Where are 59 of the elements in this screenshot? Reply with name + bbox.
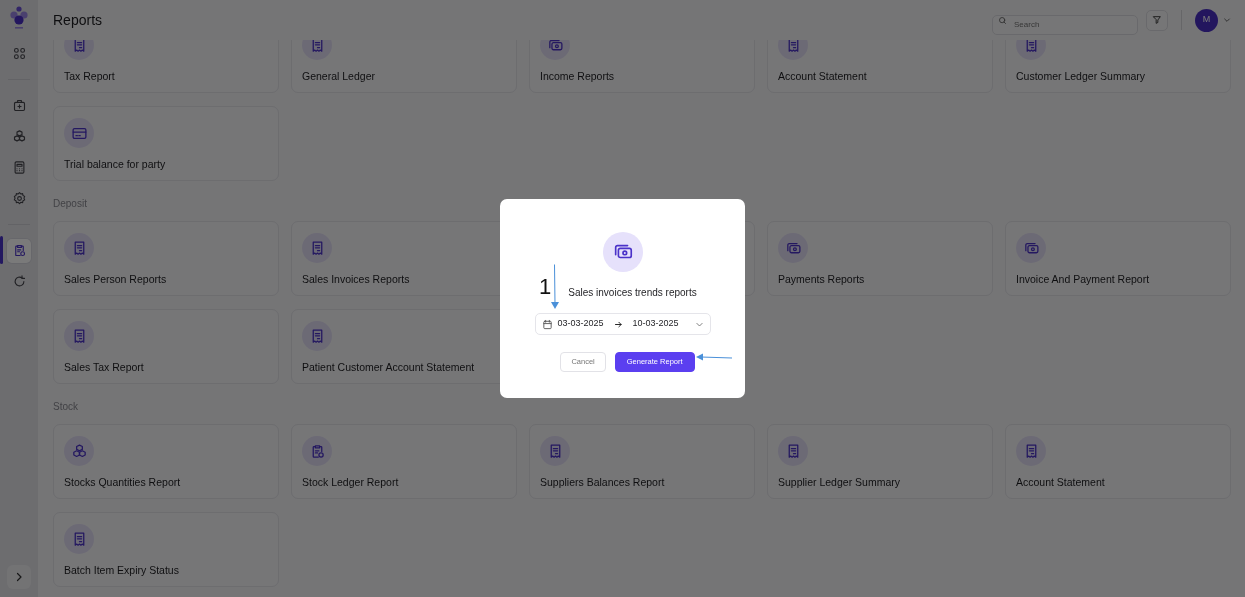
annotation-number: 1 xyxy=(539,276,552,298)
report-title: Stocks Quantities Report xyxy=(64,475,182,490)
calendar-icon xyxy=(541,318,553,330)
apps-icon xyxy=(11,46,27,61)
expand-sidebar-button[interactable] xyxy=(7,565,31,589)
report-card[interactable]: Tax Report xyxy=(53,40,279,93)
arrow-right-icon xyxy=(613,319,623,329)
report-title: Sales Person Reports xyxy=(64,272,168,287)
report-card[interactable]: Income Reports xyxy=(529,40,755,93)
start-date: 03-03-2025 xyxy=(557,317,604,331)
filter-button[interactable] xyxy=(1146,9,1168,31)
report-title: Account Statement xyxy=(778,69,868,84)
settings-icon xyxy=(11,191,27,206)
report-card[interactable]: Trial balance for party xyxy=(53,106,279,181)
filter-icon xyxy=(1152,15,1162,25)
active-indicator xyxy=(0,235,3,264)
report-title: Batch Item Expiry Status xyxy=(64,563,180,578)
report-title: Patient Customer Account Statement xyxy=(302,360,476,375)
report-title: Payments Reports xyxy=(778,272,866,287)
report-title: Stock Ledger Report xyxy=(302,475,400,490)
page-title: Reports xyxy=(53,11,103,29)
date-range-field[interactable]: 03-03-2025 10-03-2025 xyxy=(534,313,711,335)
report-title: Suppliers Balances Report xyxy=(540,475,666,490)
medical-bag-icon xyxy=(11,98,27,113)
report-card[interactable]: Account Statement xyxy=(1005,424,1231,499)
user-avatar[interactable]: M xyxy=(1195,8,1218,32)
report-card[interactable]: General Ledger xyxy=(291,40,517,93)
dialog-title: Sales invoices trends reports xyxy=(568,286,697,300)
refresh-icon xyxy=(11,274,27,289)
report-card[interactable]: Supplier Ledger Summary xyxy=(767,424,993,499)
annotation-arrow xyxy=(551,264,559,309)
logo-icon xyxy=(10,6,28,30)
report-title: Trial balance for party xyxy=(64,157,167,172)
report-card[interactable]: Batch Item Expiry Status xyxy=(53,512,279,587)
report-card[interactable]: Stocks Quantities Report xyxy=(53,424,279,499)
annotation-arrow xyxy=(696,353,733,361)
end-date: 10-03-2025 xyxy=(632,317,679,331)
calculator-icon xyxy=(11,160,27,175)
report-card[interactable]: Suppliers Balances Report xyxy=(529,424,755,499)
report-title: Income Reports xyxy=(540,69,616,84)
cubes-icon xyxy=(70,442,88,460)
report-title: Supplier Ledger Summary xyxy=(778,475,901,490)
report-title: General Ledger xyxy=(302,69,376,84)
report-card[interactable]: Sales Person Reports xyxy=(53,221,279,296)
report-title: Sales Invoices Reports xyxy=(302,272,411,287)
search-icon xyxy=(998,15,1007,25)
report-title: Sales Tax Report xyxy=(64,360,145,375)
report-card[interactable]: Sales Tax Report xyxy=(53,309,279,384)
report-card[interactable]: Payments Reports xyxy=(767,221,993,296)
report-card[interactable]: Account Statement xyxy=(767,40,993,93)
report-title: Invoice And Payment Report xyxy=(1016,272,1151,287)
report-title: Customer Ledger Summary xyxy=(1016,69,1146,84)
cubes-icon xyxy=(11,129,27,144)
report-title: Tax Report xyxy=(64,69,116,84)
chevron-down-icon xyxy=(1223,16,1231,24)
report-title: Account Statement xyxy=(1016,475,1106,490)
report-card[interactable]: Invoice And Payment Report xyxy=(1005,221,1231,296)
report-card[interactable]: Stock Ledger Report xyxy=(291,424,517,499)
report-card[interactable]: Customer Ledger Summary xyxy=(1005,40,1231,93)
